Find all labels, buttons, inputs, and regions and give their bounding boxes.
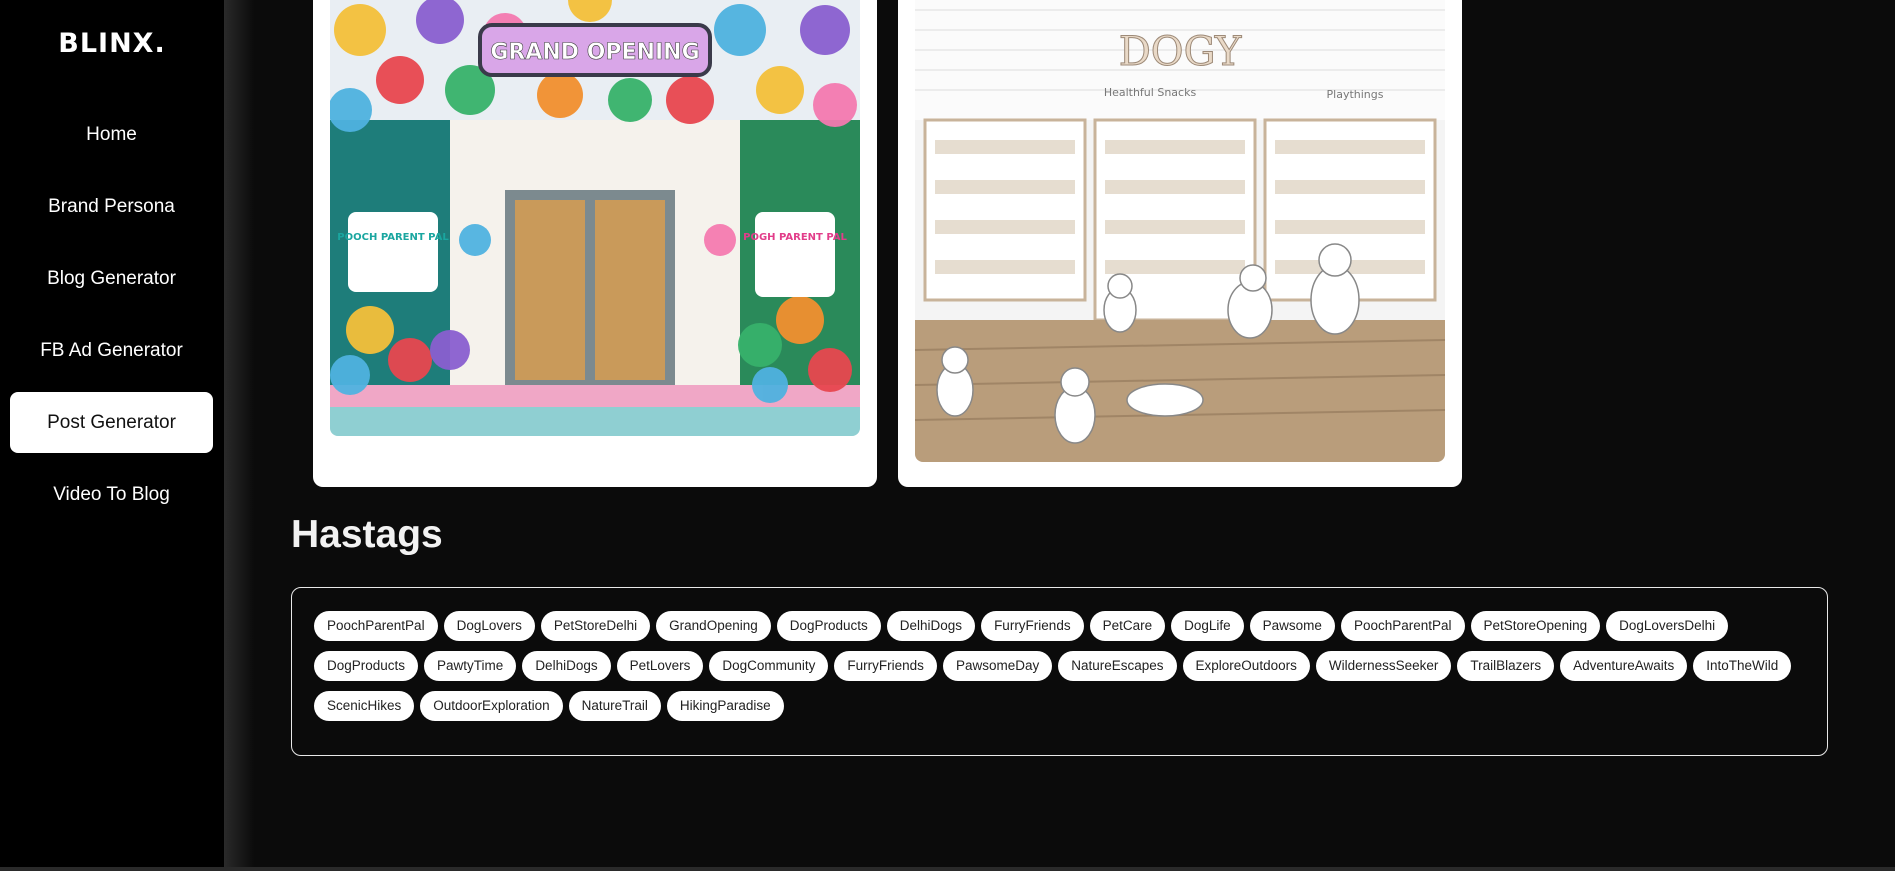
- hashtag-chip[interactable]: PetCare: [1089, 611, 1166, 641]
- hashtag-chip[interactable]: DogLovers: [443, 611, 535, 641]
- hashtag-chip[interactable]: DogCommunity: [709, 651, 829, 681]
- hashtag-chip[interactable]: HikingParadise: [666, 691, 784, 721]
- hashtag-chip[interactable]: ExploreOutdoors: [1182, 651, 1310, 681]
- sidebar-item-post-generator[interactable]: Post Generator: [10, 392, 213, 453]
- hashtag-chip[interactable]: DelhiDogs: [522, 651, 611, 681]
- brand-logo[interactable]: BLINX.: [0, 28, 224, 59]
- sidebar-item-home[interactable]: Home: [10, 104, 213, 165]
- hashtag-chip[interactable]: TrailBlazers: [1457, 651, 1555, 681]
- post-image-dog-store[interactable]: DOGY Healthful Snacks Playthings: [915, 0, 1445, 462]
- hashtag-chip[interactable]: NatureTrail: [568, 691, 661, 721]
- hashtags-title: Hastags: [291, 513, 443, 556]
- post-image-card[interactable]: DOGY Healthful Snacks Playthings: [898, 0, 1462, 487]
- hashtag-chip[interactable]: WildernessSeeker: [1315, 651, 1452, 681]
- post-image-card[interactable]: GRAND OPENING POOCH PARENT PAL POGH PARE…: [313, 0, 877, 487]
- hashtag-chip[interactable]: DogLife: [1171, 611, 1244, 641]
- sidebar-item-video-to-blog[interactable]: Video To Blog: [10, 464, 213, 525]
- sidebar-shadow: [224, 0, 254, 871]
- hashtag-chip[interactable]: FurryFriends: [834, 651, 937, 681]
- hashtag-chip[interactable]: PoochParentPal: [1340, 611, 1465, 641]
- pogh-sign-text: POGH PARENT PAL: [743, 232, 847, 243]
- sidebar-nav: Home Brand Persona Blog Generator FB Ad …: [10, 104, 213, 536]
- playthings-label: Playthings: [1327, 88, 1384, 101]
- hashtags-container: PoochParentPal DogLovers PetStoreDelhi Gran…: [291, 587, 1828, 756]
- hashtag-chip[interactable]: Pawsome: [1249, 611, 1335, 641]
- hashtag-chip[interactable]: ScenicHikes: [314, 691, 415, 721]
- hashtag-chip[interactable]: PawtyTime: [424, 651, 517, 681]
- hashtag-chip[interactable]: DogLoversDelhi: [1606, 611, 1729, 641]
- hashtag-chip[interactable]: PetLovers: [616, 651, 704, 681]
- sidebar-item-brand-persona[interactable]: Brand Persona: [10, 176, 213, 237]
- sidebar: BLINX. Home Brand Persona Blog Generator…: [0, 0, 224, 871]
- hashtag-chip[interactable]: PetStoreDelhi: [540, 611, 651, 641]
- pooch-sign-text: POOCH PARENT PAL: [337, 232, 449, 243]
- bottom-divider: [0, 867, 1895, 871]
- sidebar-item-blog-generator[interactable]: Blog Generator: [10, 248, 213, 309]
- hashtag-chip[interactable]: DogProducts: [776, 611, 881, 641]
- hashtag-chip[interactable]: PoochParentPal: [314, 611, 438, 641]
- hashtag-chip[interactable]: FurryFriends: [981, 611, 1084, 641]
- hashtag-chip[interactable]: PetStoreOpening: [1470, 611, 1601, 641]
- hashtag-chip[interactable]: OutdoorExploration: [420, 691, 563, 721]
- post-image-grand-opening[interactable]: GRAND OPENING POOCH PARENT PAL POGH PARE…: [330, 0, 860, 436]
- dogy-sign-text: DOGY: [1119, 29, 1242, 75]
- sidebar-item-fb-ad-generator[interactable]: FB Ad Generator: [10, 320, 213, 381]
- hashtag-chip[interactable]: NatureEscapes: [1058, 651, 1177, 681]
- hashtag-chip[interactable]: PawsomeDay: [942, 651, 1053, 681]
- hashtag-chip[interactable]: IntoTheWild: [1693, 651, 1792, 681]
- hashtag-chip[interactable]: AdventureAwaits: [1560, 651, 1688, 681]
- hashtag-chip[interactable]: DelhiDogs: [886, 611, 976, 641]
- hashtag-chip[interactable]: GrandOpening: [656, 611, 771, 641]
- grand-opening-banner-text: GRAND OPENING: [490, 40, 699, 65]
- healthful-snacks-label: Healthful Snacks: [1104, 86, 1197, 99]
- hashtag-chip[interactable]: DogProducts: [314, 651, 419, 681]
